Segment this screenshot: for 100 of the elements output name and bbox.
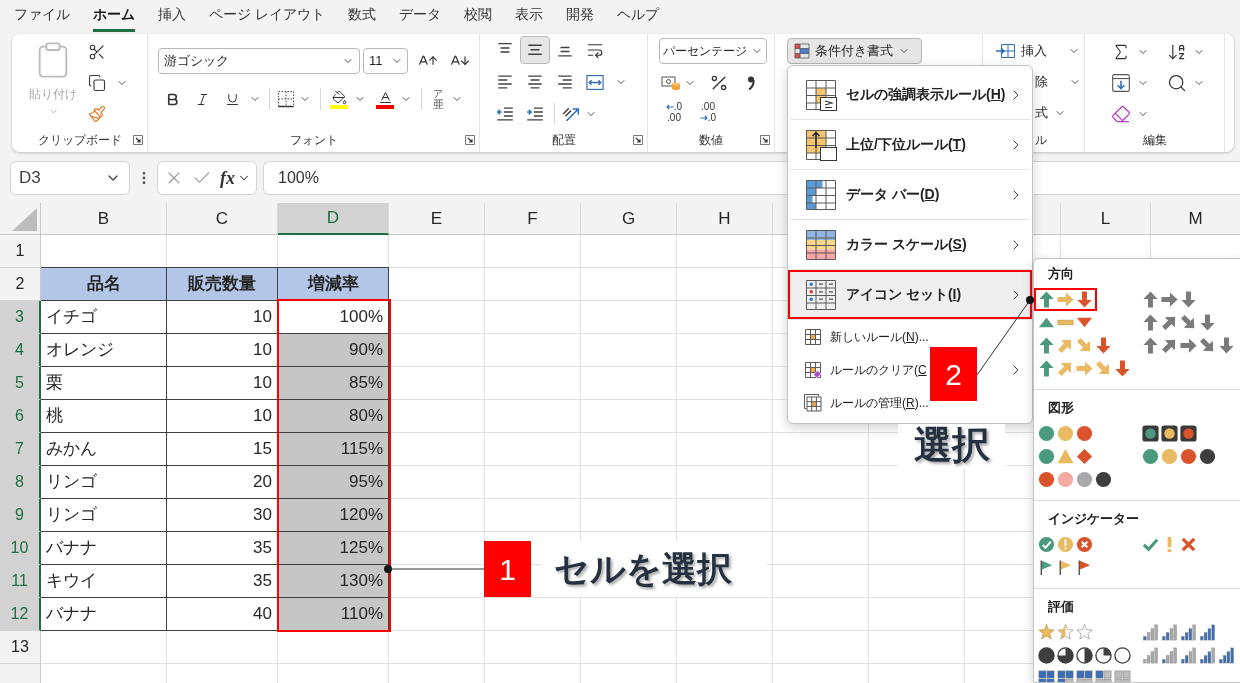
table-arrow-icon: [804, 127, 838, 162]
decimal-button[interactable]: .0 .00: [659, 98, 689, 126]
paintbrush-icon[interactable]: [88, 105, 106, 123]
scissors-icon[interactable]: [88, 43, 106, 61]
menu-item[interactable]: 新しいルール(N)...: [830, 327, 929, 346]
table-cell: 栗: [41, 367, 167, 400]
dialog-launcher-icon[interactable]: [760, 135, 770, 145]
row-header[interactable]: 6: [0, 400, 41, 433]
arrows-icon: [1037, 359, 1132, 378]
arrows-icon: [1037, 336, 1113, 355]
row-header[interactable]: 7: [0, 433, 41, 466]
column-header[interactable]: C: [167, 203, 278, 235]
row-header[interactable]: 13: [0, 631, 41, 664]
column-header[interactable]: D: [278, 203, 389, 235]
column-header[interactable]: B: [41, 203, 167, 235]
ribbon-tab[interactable]: ファイル: [14, 3, 70, 32]
table-cell: 15: [167, 433, 278, 466]
align-left-icon[interactable]: [497, 75, 513, 89]
copy-icon[interactable]: [88, 74, 106, 92]
merge-cells-icon[interactable]: [586, 74, 604, 90]
column-header[interactable]: M: [1151, 203, 1240, 235]
number-format-field[interactable]: パーセンテージ: [659, 38, 767, 64]
column-header[interactable]: H: [677, 203, 773, 235]
align-center-icon[interactable]: [527, 75, 543, 89]
borders-icon[interactable]: [277, 90, 295, 108]
function-button[interactable]: fx: [220, 168, 235, 188]
section-heading: インジケーター: [1048, 510, 1139, 529]
ribbon-button[interactable]: 除: [1035, 69, 1081, 95]
quarter-circles-icon: [1037, 646, 1132, 665]
signal-bars-icon: [1141, 623, 1217, 642]
indent-decrease-icon[interactable]: [497, 107, 513, 121]
indent-increase-icon[interactable]: [527, 107, 543, 121]
row-header[interactable]: 3: [0, 301, 41, 334]
arrows-icon: [1141, 313, 1217, 332]
menu-item[interactable]: ルールの管理(R)...: [830, 393, 929, 412]
search-icon[interactable]: [1167, 73, 1187, 93]
comma-icon[interactable]: [747, 76, 755, 90]
ribbon-tab[interactable]: 開発: [565, 3, 594, 32]
wrap-text-icon[interactable]: [586, 41, 604, 59]
signal-bars-icon: [1141, 646, 1236, 665]
insert-button[interactable]: 挿入: [983, 38, 1084, 64]
ribbon-tab[interactable]: 数式: [347, 3, 376, 32]
arrows-icon: [1141, 336, 1236, 355]
menu-item[interactable]: カラー スケール(S): [846, 234, 967, 255]
step-badge: 1: [484, 541, 531, 597]
font-name-field[interactable]: 游ゴシック: [158, 48, 360, 74]
align-button[interactable]: [520, 36, 550, 64]
table-header-cell: 品名: [41, 268, 167, 301]
corner-cell[interactable]: [0, 203, 41, 235]
table-header-cell: 販売数量: [167, 268, 278, 301]
column-header[interactable]: G: [581, 203, 677, 235]
text-angle-icon[interactable]: [562, 106, 580, 122]
row-header[interactable]: 12: [0, 598, 41, 631]
italic-icon[interactable]: [194, 91, 210, 107]
column-header[interactable]: E: [389, 203, 485, 235]
name-box[interactable]: D3: [10, 161, 130, 195]
row-header[interactable]: 2: [0, 268, 41, 301]
dialog-launcher-icon[interactable]: [133, 135, 143, 145]
percent-icon[interactable]: [709, 73, 729, 93]
table-cell: 35: [167, 532, 278, 565]
row-header[interactable]: 8: [0, 466, 41, 499]
table-cell: 85%: [278, 367, 389, 400]
fill-color-icon[interactable]: [330, 89, 348, 109]
az-sort-icon[interactable]: [1167, 42, 1187, 62]
ribbon-tab[interactable]: 表示: [514, 3, 543, 32]
money-icon[interactable]: [661, 75, 681, 91]
step-badge: 2: [930, 347, 977, 401]
underline-icon[interactable]: [224, 91, 240, 107]
column-header[interactable]: F: [485, 203, 581, 235]
menu-item[interactable]: 上位/下位ルール(T): [846, 134, 966, 155]
table-cell: 30: [167, 499, 278, 532]
row-header[interactable]: 11: [0, 565, 41, 598]
menu-item[interactable]: アイコン セット(I): [788, 270, 1032, 319]
ribbon-tab[interactable]: ヘルプ: [616, 3, 659, 32]
menu-item[interactable]: ルールのクリア(C: [830, 360, 927, 379]
arrow-down-box-icon[interactable]: [1111, 73, 1131, 93]
row-header[interactable]: 5: [0, 367, 41, 400]
ribbon-tab[interactable]: ページ レイアウト: [209, 3, 325, 32]
row-header[interactable]: 4: [0, 334, 41, 367]
circles-icon: [1141, 447, 1217, 466]
decimal-button[interactable]: .00 .0: [693, 98, 723, 126]
eraser-icon[interactable]: [1111, 104, 1131, 124]
group-label: クリップボード: [37, 132, 122, 149]
ribbon-tab[interactable]: 挿入: [158, 3, 186, 32]
phonetic-guide-button[interactable]: ア 亜: [428, 88, 448, 110]
column-header[interactable]: L: [1061, 203, 1151, 235]
circled-symbols-icon: [1037, 535, 1094, 554]
row-header[interactable]: 10: [0, 532, 41, 565]
ribbon-tab[interactable]: 校閲: [463, 3, 492, 32]
menu-item[interactable]: セルの強調表示ルール(H): [846, 84, 1006, 105]
align-right-icon[interactable]: [557, 75, 573, 89]
row-header[interactable]: 9: [0, 499, 41, 532]
dialog-launcher-icon[interactable]: [465, 135, 475, 145]
conditional-formatting-button[interactable]: 条件付き書式: [787, 38, 922, 64]
font-size-field[interactable]: 11: [363, 48, 408, 74]
row-header[interactable]: 1: [0, 235, 41, 268]
ribbon-button[interactable]: 式: [1035, 100, 1066, 126]
ribbon-tab[interactable]: データ: [398, 3, 441, 32]
font-color-icon[interactable]: [376, 89, 394, 109]
dialog-launcher-icon[interactable]: [633, 135, 643, 145]
